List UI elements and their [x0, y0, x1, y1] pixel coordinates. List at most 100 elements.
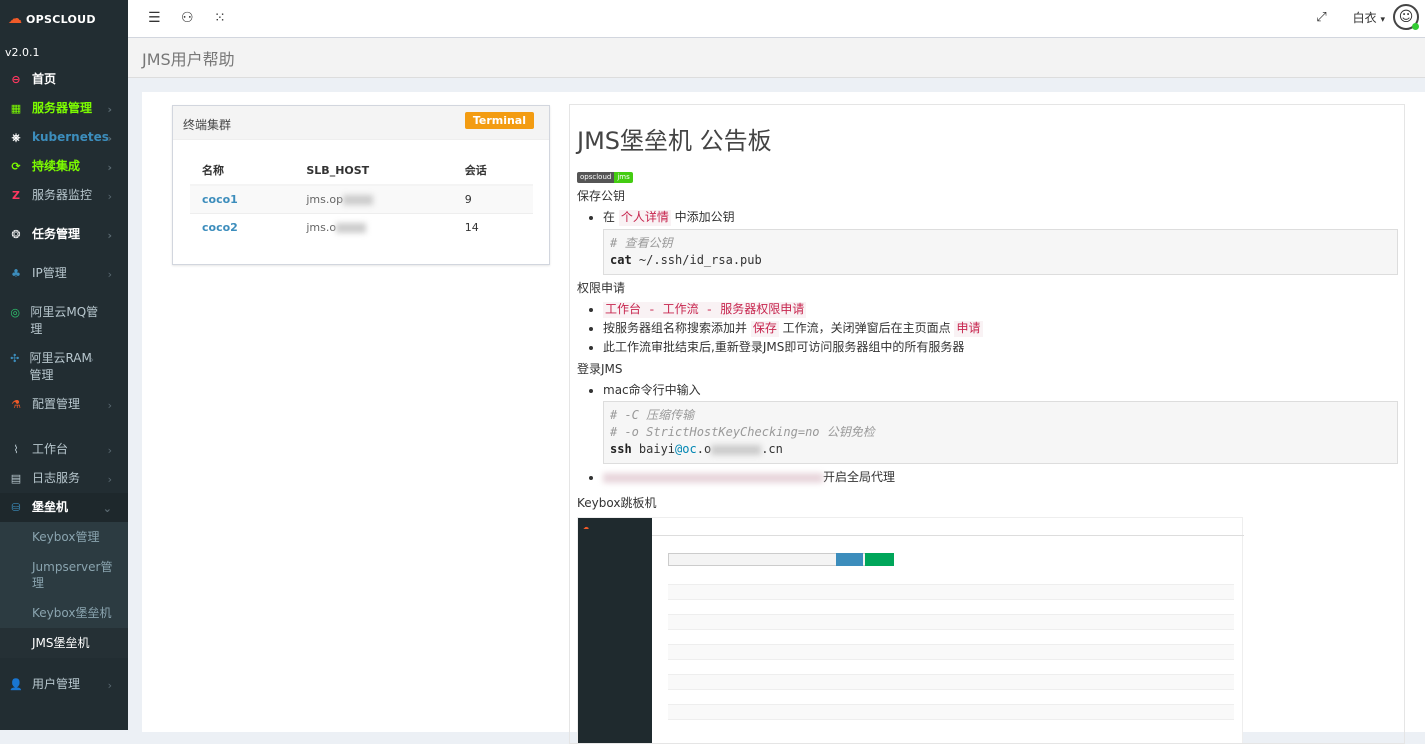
sidebar-item-task[interactable]: ❂ 任务管理 ›	[0, 220, 128, 249]
submenu-keybox-manage[interactable]: Keybox管理	[0, 522, 128, 552]
app-logo[interactable]: ☁ OPSCLOUD	[0, 0, 128, 38]
sidebar-item-ram[interactable]: ✣ 阿里云RAM管理 ›	[0, 344, 110, 390]
column-header: 名称	[190, 156, 295, 186]
screenshot-table-row	[668, 659, 1234, 674]
chevron-right-icon: ›	[107, 444, 112, 457]
column-header: SLB_HOST	[294, 156, 453, 186]
table-row: coco2 jms.o 14	[190, 213, 533, 241]
submenu-keybox-bastion[interactable]: Keybox堡垒机	[0, 598, 128, 628]
sidebar-item-monitor[interactable]: Z 服务器监控 ›	[0, 181, 128, 210]
chevron-right-icon: ›	[107, 399, 112, 412]
shield-badge: opscloud jms	[577, 172, 633, 183]
chevron-right-icon: ›	[89, 307, 94, 320]
profile-link[interactable]: 个人详情	[618, 210, 671, 226]
sidebar-item-ci[interactable]: ⟳ 持续集成 ›	[0, 152, 128, 181]
redacted-mask	[336, 223, 367, 233]
sidebar-item-home[interactable]: ⊖ 首页	[0, 65, 128, 94]
section-heading: 权限申请	[577, 281, 626, 295]
sidebar: ☁ OPSCLOUD v2.0.1 ⊖ 首页 ▦ 服务器管理 › ⎈ kubernetes…	[0, 0, 128, 730]
user-outline-icon[interactable]: ⚇	[181, 10, 194, 26]
cloud-icon: ☁	[8, 11, 22, 27]
fullscreen-icon[interactable]: ⤢	[1316, 10, 1326, 25]
list-item: 在 个人详情 中添加公钥 # 查看公钥 cat ~/.ssh/id_rsa.pu…	[603, 208, 1398, 275]
screenshot-search-button	[836, 553, 863, 566]
chevron-right-icon: ›	[107, 190, 112, 203]
list-item: mac命令行中输入 # -C 压缩传输 # -o StrictHostKeyCh…	[603, 381, 1398, 464]
sidebar-item-mq[interactable]: ◎ 阿里云MQ管理 ›	[0, 298, 110, 344]
list-item: 此工作流审批结束后,重新登录JMS即可访问服务器组中的所有服务器	[603, 338, 1398, 356]
screenshot-table-row	[668, 674, 1234, 689]
menu-toggle-icon[interactable]: ☰	[148, 10, 161, 26]
windows-icon: ▦	[10, 102, 22, 115]
chevron-right-icon: ›	[107, 229, 112, 242]
dashboard-icon: ⊖	[11, 73, 21, 86]
ram-icon: ✣	[10, 352, 20, 365]
avatar[interactable]: ☺	[1393, 4, 1419, 30]
sidebar-item-log[interactable]: ▤ 日志服务 ›	[0, 464, 128, 493]
cluster-link[interactable]: coco2	[202, 221, 238, 234]
cluster-table: 名称 SLB_HOST 会话 coco1 jms.op 9 coco2 jms.o 14	[190, 156, 533, 241]
network-icon: ♣	[11, 267, 21, 280]
screenshot-table-row	[668, 689, 1234, 704]
screenshot-table-row	[668, 629, 1234, 644]
screenshot-table-row	[668, 584, 1234, 599]
chevron-right-icon: ›	[107, 473, 112, 486]
kubernetes-icon: ⎈	[11, 131, 21, 144]
screenshot-menu-line	[578, 534, 652, 550]
redacted-mask	[343, 195, 374, 205]
chevron-right-icon: ›	[89, 353, 94, 366]
code-block: # -C 压缩传输 # -o StrictHostKeyChecking=no …	[603, 401, 1398, 464]
screenshot-sidebar: ☁	[578, 518, 652, 743]
chevron-right-icon: ›	[107, 161, 112, 174]
submenu-jumpserver-manage[interactable]: Jumpserver管理	[0, 552, 128, 598]
cluster-link[interactable]: coco1	[202, 193, 238, 206]
screenshot-table-row	[668, 719, 1234, 734]
screenshot-login-button	[865, 553, 894, 566]
list-item: 开启全局代理	[603, 468, 1398, 486]
cluster-box: 终端集群 Terminal 名称 SLB_HOST 会话 coco1 jms.op 9 c…	[172, 105, 550, 265]
screenshot-menu-line	[578, 550, 652, 566]
terminal-badge: Terminal	[464, 112, 534, 129]
sidebar-item-kubernetes[interactable]: ⎈ kubernetes ›	[0, 123, 128, 152]
chevron-right-icon: ›	[107, 679, 112, 692]
sidebar-item-server[interactable]: ▦ 服务器管理 ›	[0, 94, 128, 123]
screenshot-logo: ☁	[583, 524, 589, 531]
screenshot-menu-line	[578, 566, 652, 582]
mq-icon: ◎	[10, 306, 20, 319]
log-icon: ▤	[10, 472, 22, 485]
bastion-icon: ⛁	[11, 501, 21, 514]
bastion-submenu: Keybox管理 Jumpserver管理 Keybox堡垒机 JMS堡垒机	[0, 522, 128, 658]
sidebar-item-user[interactable]: 👤 用户管理 ›	[0, 670, 128, 699]
top-navbar: ☰ ⚇ ⁙ ⤢ 白衣 ▾ ☺	[128, 0, 1425, 38]
redacted-mask	[603, 472, 823, 483]
user-icon: 👤	[9, 678, 23, 691]
list: 工作台 - 工作流 - 服务器权限申请 按服务器组名称搜索添加并 保存 工作流，…	[577, 300, 1398, 356]
table-row: coco1 jms.op 9	[190, 184, 533, 214]
version-label: v2.0.1	[5, 46, 40, 59]
main-content: 终端集群 Terminal 名称 SLB_HOST 会话 coco1 jms.op 9 c…	[142, 92, 1425, 744]
workbench-icon: ⌇	[13, 443, 19, 456]
sidebar-item-bastion[interactable]: ⛁ 堡垒机 ⌄	[0, 493, 128, 522]
zabbix-icon: Z	[12, 189, 20, 202]
screenshot-table-row	[668, 599, 1234, 614]
board-title: JMS堡垒机 公告板	[577, 127, 772, 155]
list-item: 工作台 - 工作流 - 服务器权限申请	[603, 300, 1398, 319]
sidebar-item-workbench[interactable]: ⌇ 工作台 ›	[0, 435, 128, 464]
screenshot-table-row	[668, 614, 1234, 629]
section-heading: 保存公钥	[577, 189, 626, 203]
keybox-screenshot-image: ☁	[577, 517, 1244, 743]
list: mac命令行中输入 # -C 压缩传输 # -o StrictHostKeyCh…	[577, 381, 1398, 486]
sidebar-item-ip[interactable]: ♣ IP管理 ›	[0, 259, 128, 288]
user-menu[interactable]: 白衣 ▾	[1353, 9, 1385, 26]
chevron-right-icon: ›	[107, 132, 112, 145]
sidebar-item-config[interactable]: ⚗ 配置管理 ›	[0, 390, 128, 419]
chevron-right-icon: ›	[107, 103, 112, 116]
list: 在 个人详情 中添加公钥 # 查看公钥 cat ~/.ssh/id_rsa.pu…	[577, 208, 1398, 275]
column-header: 会话	[452, 156, 533, 186]
task-icon: ❂	[11, 228, 21, 241]
refresh-icon: ⟳	[11, 160, 21, 173]
apps-grid-icon[interactable]: ⁙	[214, 10, 226, 26]
submenu-jms-bastion[interactable]: JMS堡垒机	[0, 628, 128, 658]
list-item: 按服务器组名称搜索添加并 保存 工作流，关闭弹窗后在主页面点 申请	[603, 319, 1398, 338]
config-icon: ⚗	[11, 398, 21, 411]
